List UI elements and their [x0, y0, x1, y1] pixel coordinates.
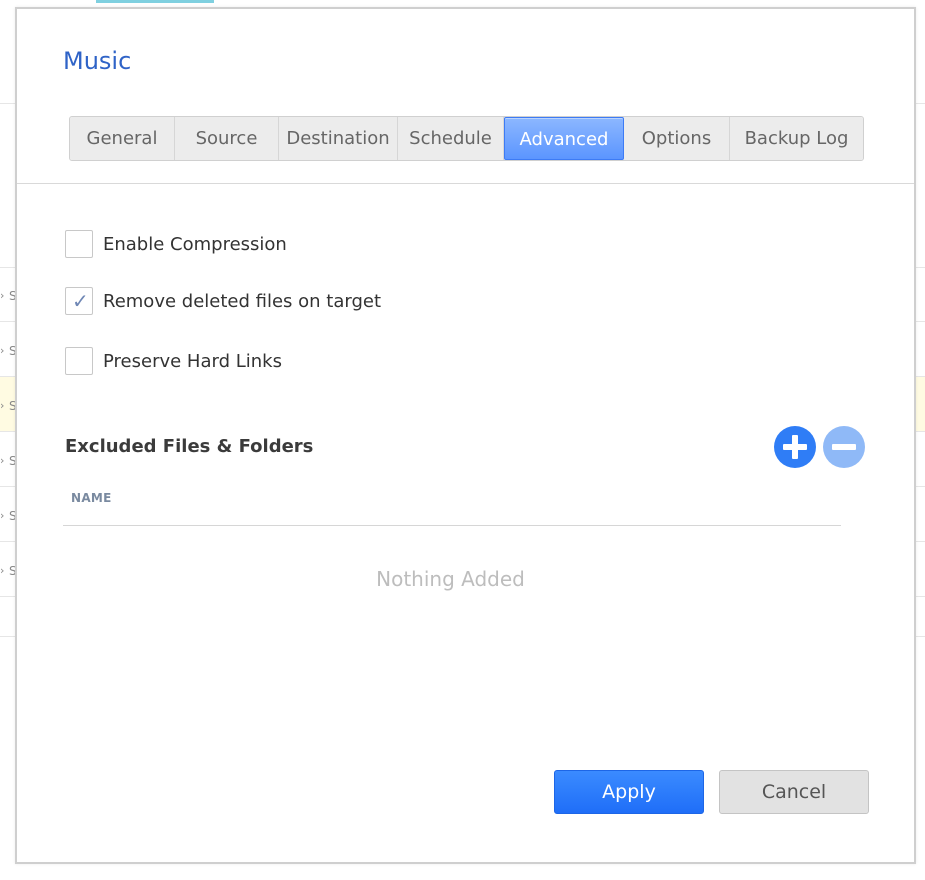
background-row-arrow: ›	[0, 509, 5, 522]
background-row-arrow: ›	[0, 344, 5, 357]
tab-schedule[interactable]: Schedule	[398, 117, 504, 160]
apply-button[interactable]: Apply	[554, 770, 704, 814]
option-preserve-hard-links[interactable]: Preserve Hard Links	[65, 347, 282, 375]
background-row-arrow: ›	[0, 399, 5, 412]
checkmark-icon: ✓	[72, 289, 89, 313]
tab-advanced[interactable]: Advanced	[504, 117, 624, 160]
dialog-title: Music	[63, 47, 132, 75]
column-header-divider	[63, 525, 841, 526]
preserve-hard-links-label: Preserve Hard Links	[103, 350, 282, 372]
background-row-arrow: ›	[0, 454, 5, 467]
tab-options[interactable]: Options	[624, 117, 730, 160]
remove-deleted-files-label: Remove deleted files on target	[103, 290, 382, 312]
add-exclusion-button[interactable]	[774, 426, 816, 468]
option-remove-deleted-files[interactable]: ✓ Remove deleted files on target	[65, 287, 381, 315]
enable-compression-checkbox[interactable]	[65, 230, 93, 258]
tab-source[interactable]: Source	[175, 117, 279, 160]
preserve-hard-links-checkbox[interactable]	[65, 347, 93, 375]
background-top-indicator	[96, 0, 214, 3]
background-row-arrow: ›	[0, 289, 5, 302]
remove-deleted-files-checkbox[interactable]: ✓	[65, 287, 93, 315]
tab-bar: General Source Destination Schedule Adva…	[69, 116, 864, 161]
name-column-header[interactable]: NAME	[71, 491, 112, 505]
option-enable-compression[interactable]: Enable Compression	[65, 230, 287, 258]
tab-backup-log[interactable]: Backup Log	[730, 117, 863, 160]
backup-settings-dialog: Music General Source Destination Schedul…	[15, 7, 916, 864]
remove-exclusion-button[interactable]	[823, 426, 865, 468]
empty-list-message: Nothing Added	[376, 567, 525, 591]
enable-compression-label: Enable Compression	[103, 233, 287, 255]
tab-destination[interactable]: Destination	[279, 117, 398, 160]
tab-general[interactable]: General	[70, 117, 175, 160]
header-divider	[17, 183, 914, 184]
excluded-section-title: Excluded Files & Folders	[65, 436, 314, 457]
cancel-button[interactable]: Cancel	[719, 770, 869, 814]
background-row-arrow: ›	[0, 564, 5, 577]
